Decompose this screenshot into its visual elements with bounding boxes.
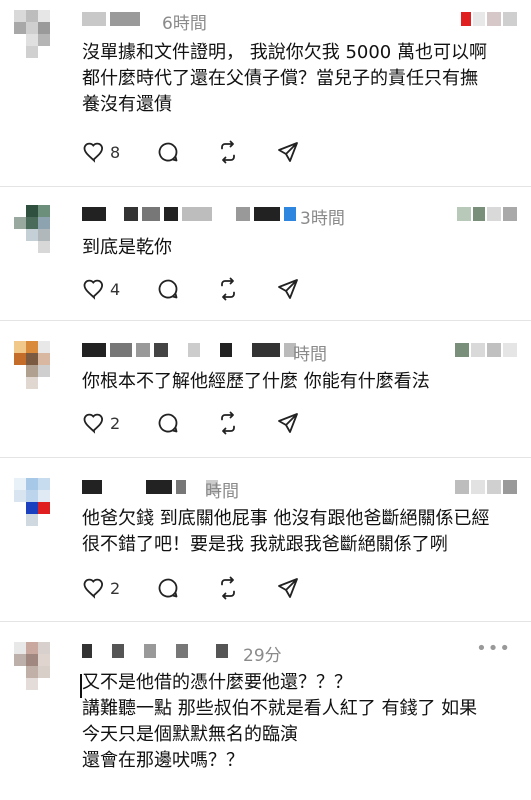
comment-bubble-icon bbox=[158, 279, 178, 299]
share-button[interactable] bbox=[276, 576, 300, 600]
send-icon bbox=[278, 578, 299, 598]
timestamp: 時間 bbox=[293, 345, 327, 365]
comment-text: 到底是乾你 bbox=[82, 237, 172, 258]
comment-bubble-icon bbox=[158, 413, 178, 433]
avatar[interactable] bbox=[14, 341, 60, 401]
like-count: 2 bbox=[110, 413, 121, 433]
redacted-badge bbox=[455, 480, 517, 494]
heart-icon bbox=[83, 578, 104, 599]
avatar[interactable] bbox=[14, 205, 60, 265]
share-button[interactable] bbox=[276, 140, 300, 164]
share-button[interactable] bbox=[276, 411, 300, 435]
redacted-badge bbox=[461, 12, 517, 26]
send-icon bbox=[278, 279, 299, 299]
avatar[interactable] bbox=[14, 10, 60, 70]
comment-bubble-icon bbox=[158, 578, 178, 598]
timestamp: 6時間 bbox=[162, 14, 207, 34]
repost-icon bbox=[221, 277, 236, 301]
avatar[interactable] bbox=[14, 642, 60, 702]
repost-button[interactable] bbox=[216, 140, 240, 164]
reply-button[interactable] bbox=[156, 140, 180, 164]
username-redacted[interactable] bbox=[82, 644, 228, 658]
redacted-badge bbox=[457, 207, 517, 221]
reply-button[interactable] bbox=[156, 411, 180, 435]
comment-5: 29分 ••• 又不是他借的憑什麼要他還？？？ 講難聽一點 那些叔伯不就是看人紅… bbox=[0, 622, 531, 800]
repost-icon bbox=[221, 411, 236, 435]
heart-icon bbox=[83, 279, 104, 300]
action-bar: 2 bbox=[82, 411, 336, 435]
reply-button[interactable] bbox=[156, 576, 180, 600]
repost-button[interactable] bbox=[216, 576, 240, 600]
username-redacted[interactable] bbox=[82, 12, 140, 26]
reply-button[interactable] bbox=[156, 277, 180, 301]
timestamp: 3時間 bbox=[300, 209, 345, 229]
comment-2: 3時間 到底是乾你 4 bbox=[0, 187, 531, 320]
send-icon bbox=[278, 413, 299, 433]
repost-button[interactable] bbox=[216, 411, 240, 435]
action-bar: 4 bbox=[82, 277, 336, 301]
comment-3: 時間 你根本不了解他經歷了什麼 你能有什麼看法 2 bbox=[0, 321, 531, 457]
username-redacted[interactable] bbox=[82, 343, 296, 357]
heart-icon bbox=[83, 413, 104, 434]
repost-icon bbox=[221, 140, 236, 164]
comment-text: 他爸欠錢 到底關他屁事 他沒有跟他爸斷絕關係已經 很不錯了吧！要是我 我就跟我爸… bbox=[82, 508, 490, 555]
username-redacted[interactable] bbox=[82, 480, 218, 494]
redacted-badge bbox=[455, 343, 517, 357]
like-button[interactable]: 2 bbox=[82, 411, 120, 435]
comment-text: 沒單據和文件證明， 我說你欠我 5000 萬也可以啊 都什麼時代了還在父債子償？… bbox=[82, 42, 487, 115]
timestamp: 時間 bbox=[205, 482, 239, 502]
avatar[interactable] bbox=[14, 478, 60, 538]
comment-text: 又不是他借的憑什麼要他還？？？ 講難聽一點 那些叔伯不就是看人紅了 有錢了 如果… bbox=[82, 672, 478, 771]
timestamp: 29分 bbox=[243, 646, 282, 666]
like-count: 8 bbox=[110, 142, 121, 162]
repost-icon bbox=[221, 576, 236, 600]
username-redacted[interactable] bbox=[82, 207, 296, 221]
like-button[interactable]: 4 bbox=[82, 277, 120, 301]
like-count: 4 bbox=[110, 279, 121, 299]
comment-1: 6時間 沒單據和文件證明， 我說你欠我 5000 萬也可以啊 都什麼時代了還在父… bbox=[0, 0, 531, 186]
like-count: 2 bbox=[110, 578, 121, 598]
comment-bubble-icon bbox=[158, 142, 178, 162]
action-bar: 2 bbox=[82, 576, 336, 600]
repost-button[interactable] bbox=[216, 277, 240, 301]
comment-text: 你根本不了解他經歷了什麼 你能有什麼看法 bbox=[82, 371, 430, 392]
more-dots-icon[interactable]: ••• bbox=[476, 638, 511, 659]
like-button[interactable]: 2 bbox=[82, 576, 120, 600]
send-icon bbox=[278, 142, 299, 162]
comment-4: 時間 他爸欠錢 到底關他屁事 他沒有跟他爸斷絕關係已經 很不錯了吧！要是我 我就… bbox=[0, 458, 531, 621]
heart-icon bbox=[83, 142, 104, 163]
share-button[interactable] bbox=[276, 277, 300, 301]
like-button[interactable]: 8 bbox=[82, 140, 120, 164]
action-bar: 8 bbox=[82, 140, 336, 164]
